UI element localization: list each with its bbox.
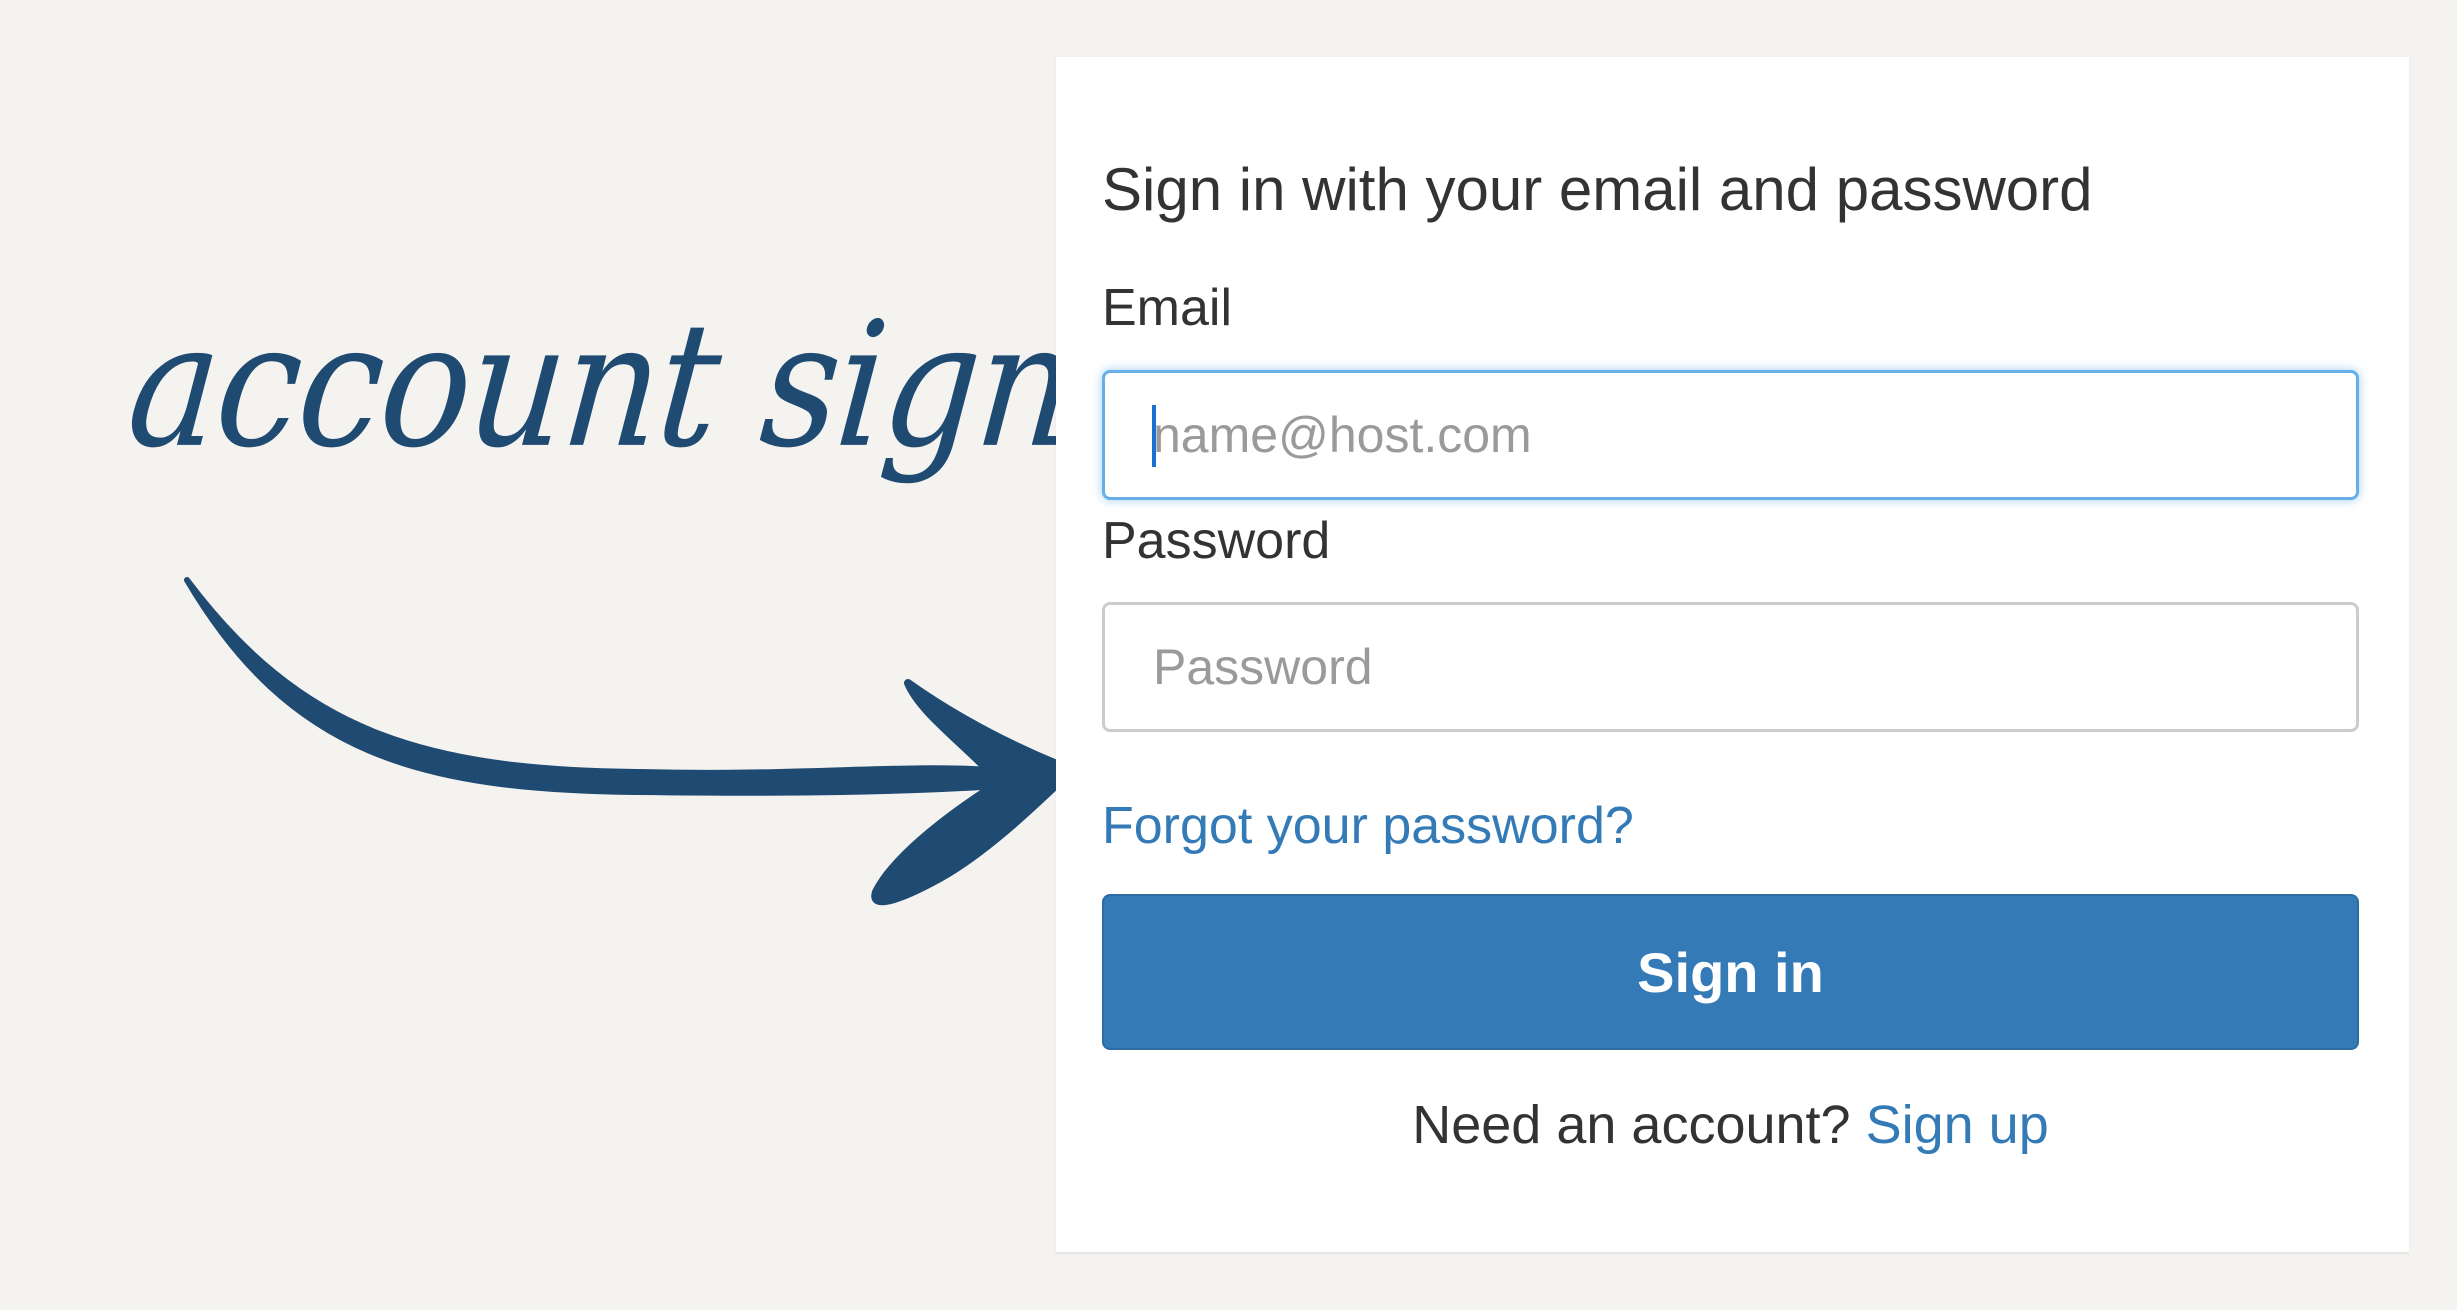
forgot-password-link[interactable]: Forgot your password? — [1102, 797, 1634, 857]
sign-in-button[interactable]: Sign in — [1102, 894, 2359, 1050]
sign-up-link[interactable]: Sign up — [1866, 1095, 2049, 1155]
annotation: account sign in — [0, 0, 1268, 1310]
signin-card: Sign in with your email and password Ema… — [1056, 57, 2409, 1253]
email-label: Email — [1102, 279, 1233, 337]
password-field[interactable] — [1102, 602, 2359, 732]
hand-drawn-arrow-icon — [184, 577, 1060, 906]
text-cursor — [1152, 405, 1156, 467]
signup-prompt: Need an account? — [1412, 1095, 1866, 1155]
email-field[interactable] — [1102, 370, 2359, 500]
password-label: Password — [1102, 512, 1331, 570]
page-title: Sign in with your email and password — [1102, 156, 2093, 223]
signup-row: Need an account? Sign up — [1102, 1094, 2359, 1156]
